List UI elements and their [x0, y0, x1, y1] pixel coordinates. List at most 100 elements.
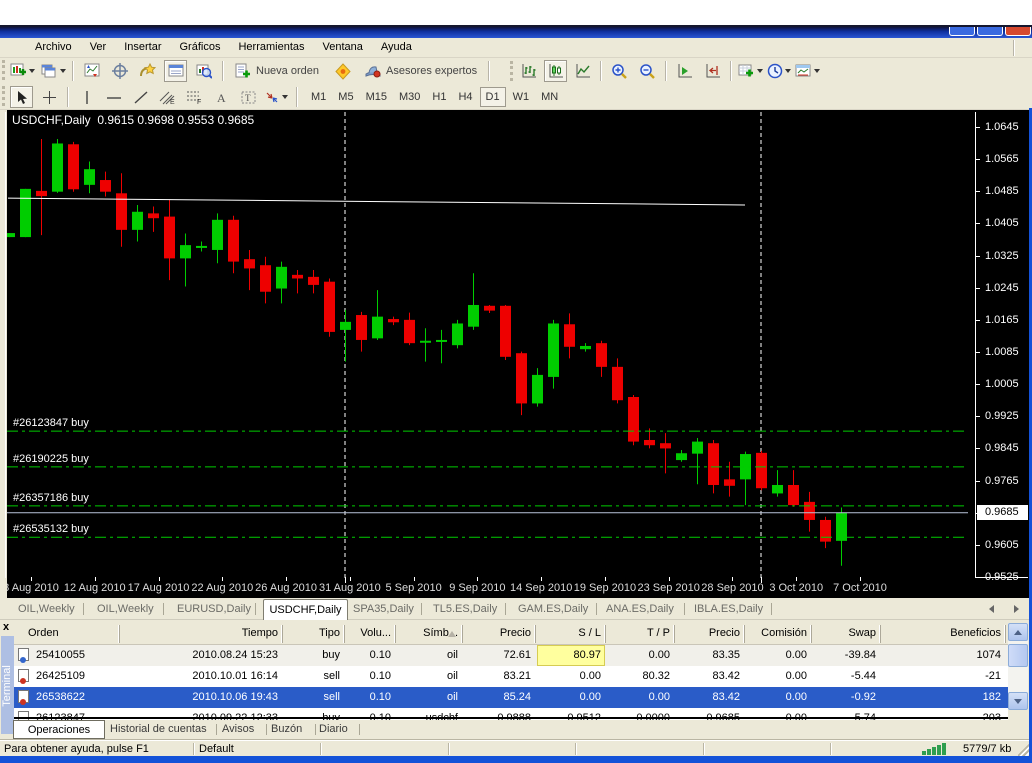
nueva-orden-button[interactable]: Nueva orden — [231, 60, 323, 82]
tabs-scroll-right-icon[interactable] — [1014, 605, 1019, 613]
terminal-tab[interactable]: Buzón — [271, 723, 302, 735]
text-label-tool-button[interactable]: T — [237, 86, 260, 108]
timeframe-d1-button[interactable]: D1 — [480, 87, 506, 107]
terminal-tab[interactable]: Historial de cuentas — [110, 723, 207, 735]
column-resize-handle[interactable] — [673, 625, 675, 643]
order-row[interactable]: 265386222010.10.06 19:43sell0.10oil85.24… — [14, 687, 1008, 708]
column-resize-handle[interactable] — [394, 625, 396, 643]
column-resize-handle[interactable] — [118, 625, 120, 643]
menu-ayuda[interactable]: Ayuda — [372, 38, 421, 58]
crosshair-tool-button[interactable] — [38, 86, 61, 108]
candlestick-chart-button[interactable] — [544, 60, 567, 82]
toolbar-grip[interactable] — [2, 60, 5, 80]
navigator-button[interactable] — [136, 60, 159, 82]
market-watch-button[interactable] — [80, 60, 103, 82]
indicators-button[interactable] — [738, 60, 763, 82]
terminal-scrollbar[interactable] — [1008, 623, 1028, 710]
column-header-swap[interactable]: Swap — [848, 627, 876, 639]
column-resize-handle[interactable] — [604, 625, 606, 643]
data-window-button[interactable] — [108, 60, 131, 82]
trendline-tool-button[interactable] — [129, 86, 152, 108]
metaeditor-button[interactable] — [331, 60, 354, 82]
scroll-down-button[interactable] — [1008, 692, 1028, 710]
scroll-up-button[interactable] — [1008, 623, 1028, 641]
column-header-comision[interactable]: Comisión — [761, 627, 807, 639]
new-chart-dropdown-arrow[interactable] — [29, 69, 35, 73]
timeframe-w1-button[interactable]: W1 — [508, 87, 535, 107]
column-header-orden[interactable]: Orden — [28, 627, 59, 639]
timeframe-m5-button[interactable]: M5 — [333, 87, 358, 107]
chart-tab-active[interactable]: USDCHF,Daily — [263, 599, 348, 620]
chart-tab[interactable]: EURUSD,Daily — [177, 603, 251, 615]
cursor-tool-button[interactable] — [10, 86, 33, 108]
chart-tab[interactable]: IBLA.ES,Daily — [694, 603, 763, 615]
chart-tab[interactable]: OIL,Weekly — [97, 603, 154, 615]
chart-tab[interactable]: TL5.ES,Daily — [433, 603, 497, 615]
timeframe-m1-button[interactable]: M1 — [306, 87, 331, 107]
menu-ventana[interactable]: Ventana — [314, 38, 372, 58]
column-header-precio[interactable]: Precio — [500, 627, 531, 639]
profiles-dropdown-arrow[interactable] — [60, 69, 66, 73]
indicators-dropdown-arrow[interactable] — [757, 69, 763, 73]
column-header-tp[interactable]: T / P — [647, 627, 670, 639]
column-resize-handle[interactable] — [343, 625, 345, 643]
profiles-button[interactable] — [41, 60, 66, 82]
column-resize-handle[interactable] — [281, 625, 283, 643]
arrows-tool-button[interactable] — [264, 86, 288, 108]
timeframe-h4-button[interactable]: H4 — [453, 87, 477, 107]
channel-tool-button[interactable]: E — [156, 86, 179, 108]
templates-dropdown-arrow[interactable] — [814, 69, 820, 73]
periods-button[interactable] — [767, 60, 791, 82]
terminal-tab[interactable]: Avisos — [222, 723, 254, 735]
window-close-button[interactable] — [1005, 27, 1031, 36]
zoom-in-button[interactable] — [608, 60, 631, 82]
text-tool-button[interactable]: A — [210, 86, 233, 108]
column-header-vol[interactable]: Volu... — [360, 627, 391, 639]
new-chart-button[interactable] — [10, 60, 35, 82]
bar-chart-button[interactable] — [517, 60, 540, 82]
terminal-tab-active[interactable]: Operaciones — [13, 720, 105, 739]
window-minimize-button[interactable] — [949, 27, 975, 36]
chart-tab[interactable]: SPA35,Daily — [353, 603, 414, 615]
menu-herramientas[interactable]: Herramientas — [229, 38, 313, 58]
toolbar-grip[interactable] — [2, 86, 5, 106]
order-row[interactable]: 264251092010.10.01 16:14sell0.10oil83.21… — [14, 666, 1008, 687]
arrows-dropdown-arrow[interactable] — [282, 95, 288, 99]
timeframe-mn-button[interactable]: MN — [536, 87, 563, 107]
tabs-scroll-left-icon[interactable] — [989, 605, 994, 613]
timeframe-h1-button[interactable]: H1 — [427, 87, 451, 107]
column-header-precio2[interactable]: Precio — [709, 627, 740, 639]
periods-dropdown-arrow[interactable] — [785, 69, 791, 73]
column-header-sl[interactable]: S / L — [578, 627, 601, 639]
window-maximize-button[interactable] — [977, 27, 1003, 36]
terminal-tab[interactable]: Diario — [319, 723, 348, 735]
chart-shift-button[interactable] — [701, 60, 724, 82]
column-resize-handle[interactable] — [1004, 625, 1006, 643]
toolbar-grip[interactable] — [510, 61, 513, 81]
column-resize-handle[interactable] — [743, 625, 745, 643]
asesores-expertos-button[interactable]: Asesores expertos — [360, 60, 481, 82]
menu-ver[interactable]: Ver — [81, 38, 116, 58]
status-profile[interactable]: Default — [199, 743, 234, 755]
timeframe-m30-button[interactable]: M30 — [394, 87, 425, 107]
strategy-tester-button[interactable] — [192, 60, 215, 82]
column-header-tiempo[interactable]: Tiempo — [242, 627, 278, 639]
line-chart-button[interactable] — [571, 60, 594, 82]
zoom-out-button[interactable] — [636, 60, 659, 82]
chart-canvas[interactable]: USDCHF,Daily 0.9615 0.9698 0.9553 0.9685… — [7, 110, 1029, 598]
menu-archivo[interactable]: Archivo — [26, 38, 81, 58]
horizontal-line-tool-button[interactable] — [102, 86, 125, 108]
chart-tab[interactable]: OIL,Weekly — [18, 603, 75, 615]
timeframe-m15-button[interactable]: M15 — [361, 87, 392, 107]
menu-gráficos[interactable]: Gráficos — [171, 38, 230, 58]
column-resize-handle[interactable] — [810, 625, 812, 643]
column-header-tipo[interactable]: Tipo — [319, 627, 340, 639]
column-header-beneficios[interactable]: Beneficios — [950, 627, 1001, 639]
column-resize-handle[interactable] — [461, 625, 463, 643]
column-resize-handle[interactable] — [879, 625, 881, 643]
auto-scroll-button[interactable] — [673, 60, 696, 82]
scroll-thumb[interactable] — [1008, 644, 1028, 667]
vertical-line-tool-button[interactable] — [75, 86, 98, 108]
column-resize-handle[interactable] — [534, 625, 536, 643]
orders-table-header[interactable]: OrdenTiempoTipoVolu...Símb...PrecioS / L… — [14, 623, 1008, 645]
